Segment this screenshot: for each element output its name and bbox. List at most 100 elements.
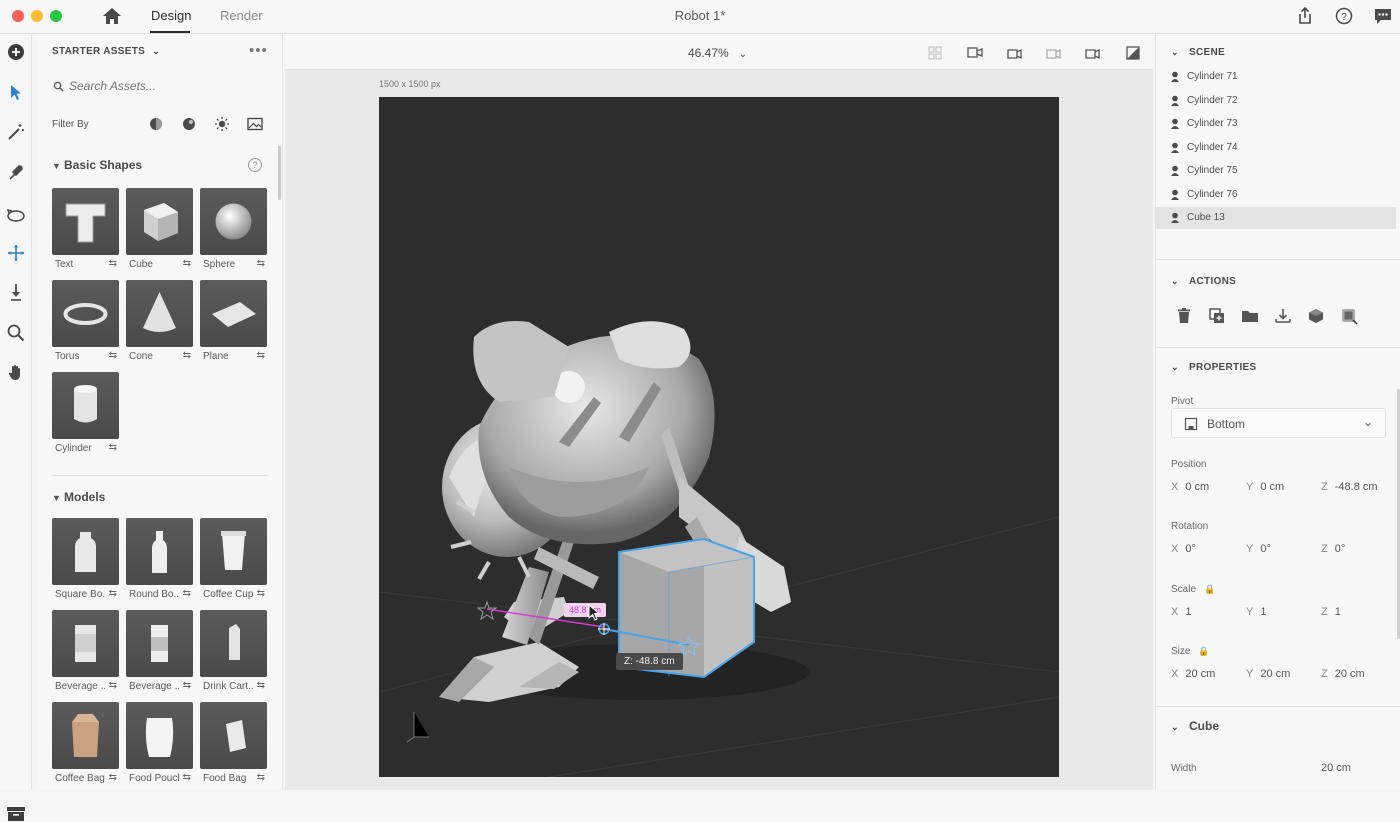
asset-options-icon[interactable]: ⇆ xyxy=(109,772,117,783)
asset-options-icon[interactable]: ⇆ xyxy=(109,258,117,269)
scene-item[interactable]: Cylinder 74 xyxy=(1156,137,1396,159)
asset-options-icon[interactable]: ⇆ xyxy=(109,350,117,361)
asset-tile[interactable]: Food Bag ⇆ xyxy=(200,702,267,784)
eyedropper-icon[interactable] xyxy=(5,161,27,183)
position-z-field[interactable]: Z -48.8 cm xyxy=(1321,481,1378,493)
zoom-control[interactable]: 46.47% ⌄ xyxy=(688,46,747,60)
rotation-y-field[interactable]: Y 0° xyxy=(1246,543,1271,555)
asset-tile[interactable]: Cone ⇆ xyxy=(126,280,193,362)
asset-tile[interactable]: Beverage ... ⇆ xyxy=(52,610,119,692)
add-icon[interactable] xyxy=(5,41,27,63)
asset-tile[interactable]: Torus ⇆ xyxy=(52,280,119,362)
actions-header[interactable]: ⌄ ACTIONS xyxy=(1171,276,1236,287)
asset-thumbnail xyxy=(52,702,119,769)
cube-section-header[interactable]: ⌄ Cube xyxy=(1171,719,1219,733)
asset-tile[interactable]: Beverage ... ⇆ xyxy=(126,610,193,692)
camera-redo-icon[interactable] xyxy=(1082,43,1102,63)
asset-tile[interactable]: Plane ⇆ xyxy=(200,280,267,362)
asset-tile[interactable]: Coffee Cup ⇆ xyxy=(200,518,267,600)
asset-options-icon[interactable]: ⇆ xyxy=(257,772,265,783)
asset-tile[interactable]: Food Pouch ⇆ xyxy=(126,702,193,784)
asset-tile[interactable]: Cylinder ⇆ xyxy=(52,372,119,454)
scene-item[interactable]: Cylinder 73 xyxy=(1156,113,1396,135)
3d-viewport[interactable]: 48.8 cm Z: -48.8 cm xyxy=(379,97,1059,777)
asset-tile[interactable]: Coffee Bag ⇆ xyxy=(52,702,119,784)
camera-bookmark-icon[interactable] xyxy=(1004,43,1024,63)
orbit-icon[interactable] xyxy=(5,204,27,226)
search-input[interactable] xyxy=(69,79,259,93)
lock-icon[interactable]: 🔒 xyxy=(1198,646,1209,657)
drop-to-ground-icon[interactable] xyxy=(1273,306,1293,326)
zoom-icon[interactable] xyxy=(5,322,27,344)
asset-tile[interactable]: Cube ⇆ xyxy=(126,188,193,270)
asset-options-icon[interactable]: ⇆ xyxy=(257,680,265,691)
filter-materials-icon[interactable] xyxy=(180,115,198,133)
grid-view-icon[interactable] xyxy=(925,43,945,63)
asset-options-icon[interactable]: ⇆ xyxy=(183,680,191,691)
asset-options-icon[interactable]: ⇆ xyxy=(109,588,117,599)
feedback-icon[interactable] xyxy=(1372,5,1394,27)
group-folder-icon[interactable] xyxy=(1240,306,1260,326)
models-header[interactable]: ▼ Models xyxy=(52,490,105,504)
camera-undo-icon[interactable] xyxy=(1043,43,1063,63)
panel-scrollbar[interactable] xyxy=(278,146,281,200)
scene-item[interactable]: Cylinder 75 xyxy=(1156,160,1396,182)
rotation-z-field[interactable]: Z 0° xyxy=(1321,543,1345,555)
asset-tile[interactable]: Square Bo... ⇆ xyxy=(52,518,119,600)
hand-icon[interactable] xyxy=(5,361,27,383)
share-icon[interactable] xyxy=(1294,5,1316,27)
scene-item[interactable]: Cylinder 76 xyxy=(1156,184,1396,206)
scene-item[interactable]: Cylinder 71 xyxy=(1156,66,1396,88)
filter-models-icon[interactable] xyxy=(147,115,165,133)
object-icon xyxy=(1171,189,1179,200)
asset-options-icon[interactable]: ⇆ xyxy=(109,442,117,453)
help-icon[interactable]: ? xyxy=(248,158,262,172)
layers-panel-icon[interactable] xyxy=(6,806,26,822)
size-z-field[interactable]: Z 20 cm xyxy=(1321,668,1365,680)
trash-icon[interactable] xyxy=(1174,306,1194,326)
asset-options-icon[interactable]: ⇆ xyxy=(109,680,117,691)
pivot-dropdown[interactable]: Bottom ⌄ xyxy=(1171,408,1386,438)
edit-object-icon[interactable] xyxy=(1339,306,1359,326)
camera-frame-icon[interactable] xyxy=(965,43,985,63)
asset-options-icon[interactable]: ⇆ xyxy=(257,350,265,361)
ground-plane-icon[interactable] xyxy=(1123,43,1143,63)
asset-options-icon[interactable]: ⇆ xyxy=(183,772,191,783)
size-x-field[interactable]: X 20 cm xyxy=(1171,668,1215,680)
asset-options-icon[interactable]: ⇆ xyxy=(183,258,191,269)
scene-item[interactable]: Cylinder 72 xyxy=(1156,90,1396,112)
select-tool-icon[interactable] xyxy=(5,81,27,103)
asset-thumbnail xyxy=(52,280,119,347)
rotation-x-field[interactable]: X 0° xyxy=(1171,543,1196,555)
scale-y-field[interactable]: Y1 xyxy=(1246,606,1266,618)
size-y-field[interactable]: Y 20 cm xyxy=(1246,668,1290,680)
asset-tile[interactable]: Text ⇆ xyxy=(52,188,119,270)
dolly-icon[interactable] xyxy=(5,281,27,303)
material-icon[interactable] xyxy=(1306,306,1326,326)
scale-x-field[interactable]: X1 xyxy=(1171,606,1191,618)
more-options-icon[interactable]: ••• xyxy=(249,42,268,59)
asset-tile[interactable]: Round Bo... ⇆ xyxy=(126,518,193,600)
filter-images-icon[interactable] xyxy=(246,115,264,133)
asset-options-icon[interactable]: ⇆ xyxy=(257,588,265,599)
position-x-field[interactable]: X0 cm xyxy=(1171,481,1209,493)
scene-item[interactable]: Cube 13 xyxy=(1156,207,1396,229)
asset-options-icon[interactable]: ⇆ xyxy=(183,350,191,361)
magic-wand-icon[interactable] xyxy=(5,121,27,143)
scale-z-field[interactable]: Z1 xyxy=(1321,606,1341,618)
asset-tile[interactable]: Drink Cart... ⇆ xyxy=(200,610,267,692)
properties-header[interactable]: ⌄ PROPERTIES xyxy=(1171,362,1256,373)
asset-options-icon[interactable]: ⇆ xyxy=(257,258,265,269)
duplicate-icon[interactable] xyxy=(1207,306,1227,326)
filter-lights-icon[interactable] xyxy=(213,115,231,133)
asset-tile[interactable]: Sphere ⇆ xyxy=(200,188,267,270)
position-y-field[interactable]: Y0 cm xyxy=(1246,481,1284,493)
pan-move-icon[interactable] xyxy=(5,242,27,264)
asset-options-icon[interactable]: ⇆ xyxy=(183,588,191,599)
starter-assets-header[interactable]: STARTER ASSETS ⌄ xyxy=(52,46,160,57)
lock-icon[interactable]: 🔒 xyxy=(1204,584,1215,595)
basic-shapes-header[interactable]: ▼ Basic Shapes xyxy=(52,158,142,172)
help-icon[interactable]: ? xyxy=(1333,5,1355,27)
scene-header[interactable]: ⌄ SCENE xyxy=(1171,47,1225,58)
width-field[interactable]: 20 cm xyxy=(1321,762,1351,774)
